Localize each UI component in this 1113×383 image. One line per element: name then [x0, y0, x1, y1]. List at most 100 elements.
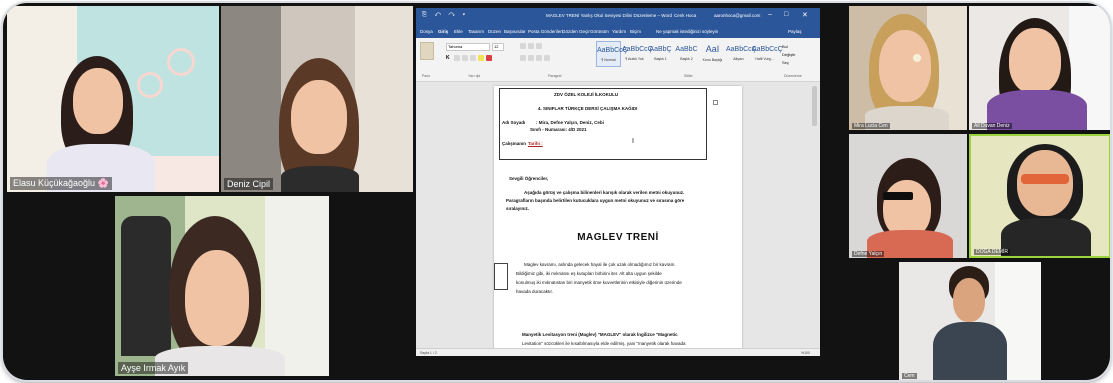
pixel-sunglasses-icon: [883, 192, 913, 200]
ribbon-tabs: Dosya Giriş Ekle Tasarım Düzen Başvurula…: [416, 25, 820, 38]
doc-date-label: Çalışmanın: [502, 141, 527, 146]
wall-decoration: [137, 72, 163, 98]
tab-view[interactable]: Görünüm: [590, 29, 609, 34]
close-icon[interactable]: ✕: [802, 11, 808, 19]
italic-button[interactable]: [454, 55, 460, 61]
participant-name: DOĞA DEMİR: [974, 249, 1010, 255]
quick-access-toolbar[interactable]: ⎘ ↶ ↷ ▾: [422, 12, 468, 19]
tab-mailings[interactable]: Posta Gönderileri: [528, 29, 563, 34]
shared-screen-word[interactable]: ⎘ ↶ ↷ ▾ MAGLEV TRENİ Yanlış Okul Seviyes…: [416, 8, 820, 356]
style-subtle-emphasis[interactable]: AaBbCcÇ Hafif Vurg...: [752, 41, 783, 67]
minimize-icon[interactable]: –: [768, 11, 772, 18]
participant-tile[interactable]: Ayşe Irmak Ayık: [115, 196, 329, 376]
maximize-icon[interactable]: □: [784, 11, 788, 18]
tab-references[interactable]: Başvurular: [504, 29, 526, 34]
clipboard-group-label: Pano: [422, 74, 431, 78]
word-titlebar: ⎘ ↶ ↷ ▾ MAGLEV TRENİ Yanlış Okul Seviyes…: [416, 8, 820, 25]
doc-name-value: : Mira, Defne Yalçın, Deniz, Cebi: [536, 120, 604, 125]
participant-tile[interactable]: Cem: [899, 262, 1041, 380]
face: [185, 250, 249, 346]
participant-tile[interactable]: All Duvan Deniz: [969, 6, 1110, 130]
doc-instruction: Paragrafların başında belirtilen kutucuk…: [506, 198, 685, 203]
face: [73, 68, 123, 134]
justify-button[interactable]: [544, 55, 550, 61]
paragraph-group-label: Paragraf: [548, 74, 562, 78]
doc-paragraph: konulmuş iki mıknatıstan biri manyetik i…: [516, 280, 682, 285]
page-count: Sayfa 1 / 2: [420, 351, 437, 355]
doc-date-value: Tarihi :: [528, 141, 543, 146]
tell-me-search[interactable]: Ne yapmak istediğinizi söyleyin: [656, 29, 718, 34]
participant-tile[interactable]: Elasu Küçükağaoğlu 🌸: [7, 6, 219, 192]
doc-paragraph: Manyetik Levitasyon treni (Maglev) "MAGL…: [522, 332, 678, 337]
align-center-button[interactable]: [528, 55, 534, 61]
face: [879, 30, 931, 102]
vertical-scrollbar[interactable]: [812, 86, 817, 126]
tab-insert[interactable]: Ekle: [454, 29, 463, 34]
bullets-button[interactable]: [520, 43, 526, 49]
style-heading-2[interactable]: AaBbC Başlık 2: [674, 41, 699, 67]
tab-home[interactable]: Giriş: [438, 29, 448, 34]
font-name-select[interactable]: Tahoma: [446, 43, 490, 51]
doc-paragraph: Maglev kavramı, aslında gelecek hayal il…: [524, 262, 676, 267]
style-title[interactable]: AaI Konu Başlığı: [700, 41, 725, 67]
share-button[interactable]: Paylaş: [788, 29, 802, 34]
highlight-button[interactable]: [478, 55, 484, 61]
font-size-select[interactable]: 12: [492, 43, 504, 51]
doc-greeting: Sevgili Öğrenciler,: [509, 176, 549, 181]
select-button[interactable]: Seç: [782, 60, 789, 65]
participant-tile[interactable]: Defne Yalçın: [849, 134, 967, 258]
indent-button[interactable]: [536, 43, 542, 49]
shirt: [1001, 218, 1091, 256]
replace-button[interactable]: Değiştir: [782, 52, 796, 57]
ribbon-home: Pano Tahoma 12 K Yazı tipi Paragraf AaBb…: [416, 38, 820, 82]
doc-paragraph: Bildiğimiz gibi, iki mıknatısı eş kutupl…: [516, 271, 662, 276]
zoom-level[interactable]: %100: [801, 351, 810, 355]
align-right-button[interactable]: [536, 55, 542, 61]
face-filter: [1021, 174, 1069, 184]
user-name: Cenk Hoca: [674, 13, 697, 18]
window-title: MAGLEV TRENİ Yanlış Okul Seviyesi Dilini…: [546, 13, 672, 18]
doc-school: ZDV ÖZEL KOLEJİ İLKOKULU: [554, 92, 619, 97]
tab-file[interactable]: Dosya: [420, 29, 433, 34]
styles-group-label: Stiller: [684, 74, 693, 78]
face: [1009, 28, 1061, 94]
shirt: [281, 166, 359, 192]
tab-help[interactable]: Yardım: [612, 29, 626, 34]
document-page[interactable]: ZDV ÖZEL KOLEJİ İLKOKULU 4. SINIFLAR TÜR…: [494, 86, 742, 348]
font-color-button[interactable]: [486, 55, 492, 61]
doc-class-label: Sınıfı - Numarası: 4/D 2021: [530, 127, 587, 132]
align-left-button[interactable]: [520, 55, 526, 61]
layout-options-icon[interactable]: [713, 100, 718, 105]
paste-icon[interactable]: [420, 42, 434, 60]
doc-title: MAGLEV TRENİ: [577, 232, 659, 243]
style-normal[interactable]: AaBbCcÇ ¶ Normal: [596, 41, 628, 67]
participant-name: Mira Lucia Cen: [852, 123, 890, 129]
tab-review[interactable]: Gözden Geçir: [562, 29, 590, 34]
doc-instruction: Aşağıda görüş ve çalışma bilinenleri kar…: [524, 190, 685, 195]
numbering-button[interactable]: [528, 43, 534, 49]
style-no-spacing[interactable]: AaBbCcÇ ¶ Aralık Yok: [622, 41, 653, 67]
participant-tile[interactable]: Mira Lucia Cen: [849, 6, 967, 130]
underline-button[interactable]: [462, 55, 468, 61]
doc-paragraph: Levitation" sözcükleri ile kısaltılmasıy…: [522, 341, 686, 346]
participant-name: Deniz Cipil: [224, 178, 274, 190]
find-button[interactable]: Bul: [782, 44, 788, 49]
answer-box[interactable]: [494, 263, 508, 290]
face: [953, 278, 985, 322]
face: [291, 80, 347, 154]
window: [265, 196, 329, 376]
participant-tile[interactable]: Deniz Cipil: [221, 6, 413, 192]
account-email: aaronhoca@gmail.com: [714, 13, 761, 18]
flower-icon: [913, 54, 921, 62]
style-subtitle[interactable]: AaBbCcÇ Altyazı: [726, 41, 757, 67]
tab-design[interactable]: Tasarım: [468, 29, 484, 34]
bold-button[interactable]: K: [446, 55, 452, 61]
style-heading-1[interactable]: AaBbÇ Başlık 1: [648, 41, 673, 67]
participant-tile[interactable]: DOĞA DEMİR: [969, 134, 1110, 258]
participant-name: Defne Yalçın: [852, 251, 885, 257]
doc-name-label: Adı Soyadı: [502, 120, 526, 125]
strikethrough-button[interactable]: [470, 55, 476, 61]
tab-layout[interactable]: Düzen: [488, 29, 501, 34]
tab-format[interactable]: Biçim: [630, 29, 641, 34]
document-area[interactable]: ZDV ÖZEL KOLEJİ İLKOKULU 4. SINIFLAR TÜR…: [416, 82, 820, 348]
